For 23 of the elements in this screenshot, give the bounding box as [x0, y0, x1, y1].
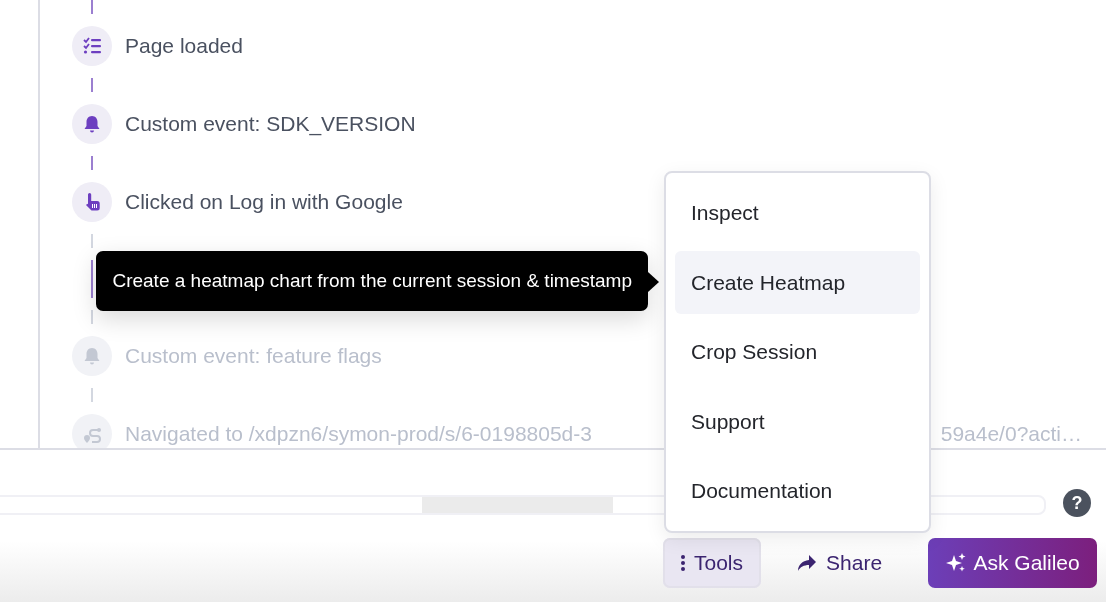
tooltip: Create a heatmap chart from the current session & timestamp [96, 251, 648, 311]
bell-icon [72, 336, 112, 376]
event-label: Custom event: SDK_VERSION [125, 111, 416, 138]
event-label: 59a4e/0?acti… [940, 421, 1082, 448]
tools-button[interactable]: Tools [663, 538, 762, 588]
tooltip-pointer-icon [648, 272, 660, 292]
share-arrow-icon [797, 554, 818, 572]
ask-galileo-button[interactable]: Ask Galileo [928, 538, 1098, 588]
more-vertical-icon [681, 554, 685, 572]
event-label: Custom event: feature flags [125, 343, 382, 370]
checklist-icon [72, 26, 112, 66]
menu-item[interactable]: Inspect [675, 182, 920, 245]
event-label: Page loaded [125, 33, 243, 60]
share-button[interactable]: Share [779, 538, 901, 588]
route-icon [72, 414, 112, 448]
bell-icon [72, 104, 112, 144]
menu-item[interactable]: Support [675, 390, 920, 453]
menu-item[interactable]: Crop Session [675, 320, 920, 384]
pointer-hand-icon [72, 182, 112, 222]
event-label: Navigated to /xdpzn6/symon-prod/s/6-0198805d-3 [125, 421, 592, 448]
event-label: Clicked on Log in with Google [125, 189, 403, 216]
menu-item[interactable]: Documentation [675, 459, 920, 523]
menu-item[interactable]: Create Heatmap [675, 251, 920, 314]
